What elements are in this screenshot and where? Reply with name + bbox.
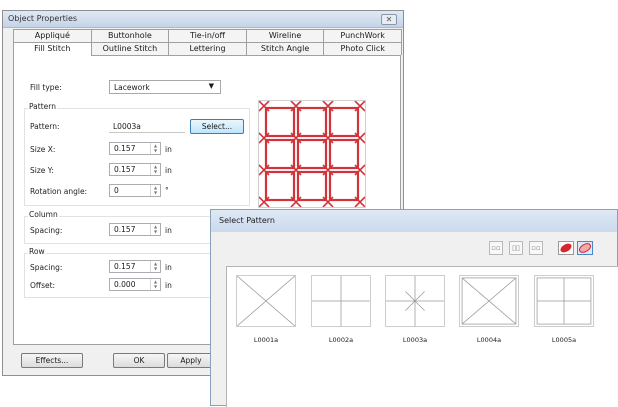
tab-applique[interactable]: Appliqué [13,29,92,42]
spin-arrows-icon[interactable]: ▲ ▼ [150,143,160,154]
rotation-angle-value: 0 [114,186,119,195]
tab-buttonhole[interactable]: Buttonhole [90,29,170,42]
tab-fill-stitch[interactable]: Fill Stitch [13,42,92,56]
pattern-code-label: L0002a [328,336,354,344]
pattern-code-label: L0003a [402,336,428,344]
fill-type-select[interactable]: Lacework ▼ [109,80,221,94]
pattern-preview [258,100,366,208]
small-icons-view-icon[interactable]: ▫▫ [489,241,503,255]
pattern-thumbnail-grid [534,275,594,327]
fill-type-value: Lacework [114,83,150,92]
pattern-thumbnail-box-x [459,275,519,327]
spin-arrows-icon[interactable]: ▲ ▼ [150,185,160,196]
close-icon[interactable]: ✕ [381,14,397,25]
rotation-angle-stepper[interactable]: 0 ▲ ▼ [109,184,161,197]
effects-button[interactable]: Effects... [21,353,83,368]
lacework-stitch [264,170,296,202]
lacework-stitch [296,106,328,138]
tab-outline-stitch[interactable]: Outline Stitch [90,42,170,55]
outlined-leaf-icon [579,243,591,253]
select-pattern-titlebar: Select Pattern [211,210,617,232]
column-group-title: Column [28,210,59,219]
red-leaf-icon [560,243,572,253]
row-offset-stepper[interactable]: 0.000 ▲ ▼ [109,278,161,291]
column-spacing-label: Spacing: [30,226,63,235]
dialog-title: Object Properties [8,14,78,23]
spin-arrows-icon[interactable]: ▲ ▼ [150,164,160,175]
size-x-unit: in [165,145,172,154]
row-spacing-label: Spacing: [30,263,63,272]
ok-button[interactable]: OK [113,353,165,368]
lacework-stitch [264,138,296,170]
row-spacing-stepper[interactable]: 0.157 ▲ ▼ [109,260,161,273]
rotation-unit: ° [165,186,169,195]
row-spacing-value: 0.157 [114,262,136,271]
dialog-titlebar: Object Properties ✕ [3,11,403,28]
pattern-thumbnail-star [385,275,445,327]
select-pattern-dialog: Select Pattern ▫▫ ▯▯ ▫▫ L0001a L0002a L0… [210,209,618,407]
fill-type-label: Fill type: [30,83,62,92]
spin-arrows-icon[interactable]: ▲ ▼ [150,279,160,290]
row-offset-label: Offset: [30,281,56,290]
pattern-item-l0001a[interactable]: L0001a [236,275,296,344]
lacework-stitch [328,106,360,138]
tab-wireline[interactable]: Wireline [245,29,325,42]
lacework-stitch [328,170,360,202]
tab-stitch-angle[interactable]: Stitch Angle [245,42,325,55]
large-icons-view-icon[interactable]: ▫▫ [529,241,543,255]
column-spacing-value: 0.157 [114,225,136,234]
tab-punchwork[interactable]: PunchWork [323,29,402,42]
tab-lettering[interactable]: Lettering [168,42,247,55]
row-offset-value: 0.000 [114,280,136,289]
tab-row-2: Fill Stitch Outline Stitch Lettering Sti… [13,42,402,56]
pattern-thumbnail-x [236,275,296,327]
pattern-item-l0005a[interactable]: L0005a [534,275,594,344]
size-y-value: 0.157 [114,165,136,174]
select-pattern-title: Select Pattern [219,216,276,225]
pattern-thumbnail-plus [311,275,371,327]
pattern-code-label: L0001a [253,336,279,344]
lacework-preview-graphic [258,100,366,208]
row-group-title: Row [28,247,46,256]
size-x-label: Size X: [30,145,56,154]
size-x-stepper[interactable]: 0.157 ▲ ▼ [109,142,161,155]
row-offset-unit: in [165,281,172,290]
apply-button[interactable]: Apply [167,353,215,368]
column-spacing-unit: in [165,226,172,235]
lacework-stitch [296,138,328,170]
spin-arrows-icon[interactable]: ▲ ▼ [150,261,160,272]
lacework-stitch [328,138,360,170]
row-spacing-unit: in [165,263,172,272]
tab-row-1: Appliqué Buttonhole Tie-in/off Wireline … [13,29,402,42]
size-y-unit: in [165,166,172,175]
lacework-stitch [296,170,328,202]
pattern-code-label: L0004a [476,336,502,344]
column-spacing-stepper[interactable]: 0.157 ▲ ▼ [109,223,161,236]
show-fill-icon[interactable] [577,241,593,255]
pattern-group-title: Pattern [28,102,57,111]
medium-icons-view-icon[interactable]: ▯▯ [509,241,523,255]
tab-tie-in-off[interactable]: Tie-in/off [168,29,247,42]
show-stitches-icon[interactable] [558,241,574,255]
size-y-label: Size Y: [30,166,54,175]
pattern-label: Pattern: [30,122,60,131]
size-x-value: 0.157 [114,144,136,153]
spin-arrows-icon[interactable]: ▲ ▼ [150,224,160,235]
pattern-item-l0003a[interactable]: L0003a [385,275,445,344]
select-pattern-button[interactable]: Select... [190,119,244,134]
pattern-code-label: L0005a [551,336,577,344]
pattern-item-l0002a[interactable]: L0002a [311,275,371,344]
pattern-list: L0001a L0002a L0003a L0004a L0005a [226,266,618,407]
pattern-code-field: L0003a [109,120,185,133]
rotation-angle-label: Rotation angle: [30,187,88,196]
pattern-item-l0004a[interactable]: L0004a [459,275,519,344]
dropdown-arrow-icon: ▼ [208,82,214,90]
lacework-stitch [264,106,296,138]
tab-photo-click[interactable]: Photo Click [323,42,402,55]
size-y-stepper[interactable]: 0.157 ▲ ▼ [109,163,161,176]
